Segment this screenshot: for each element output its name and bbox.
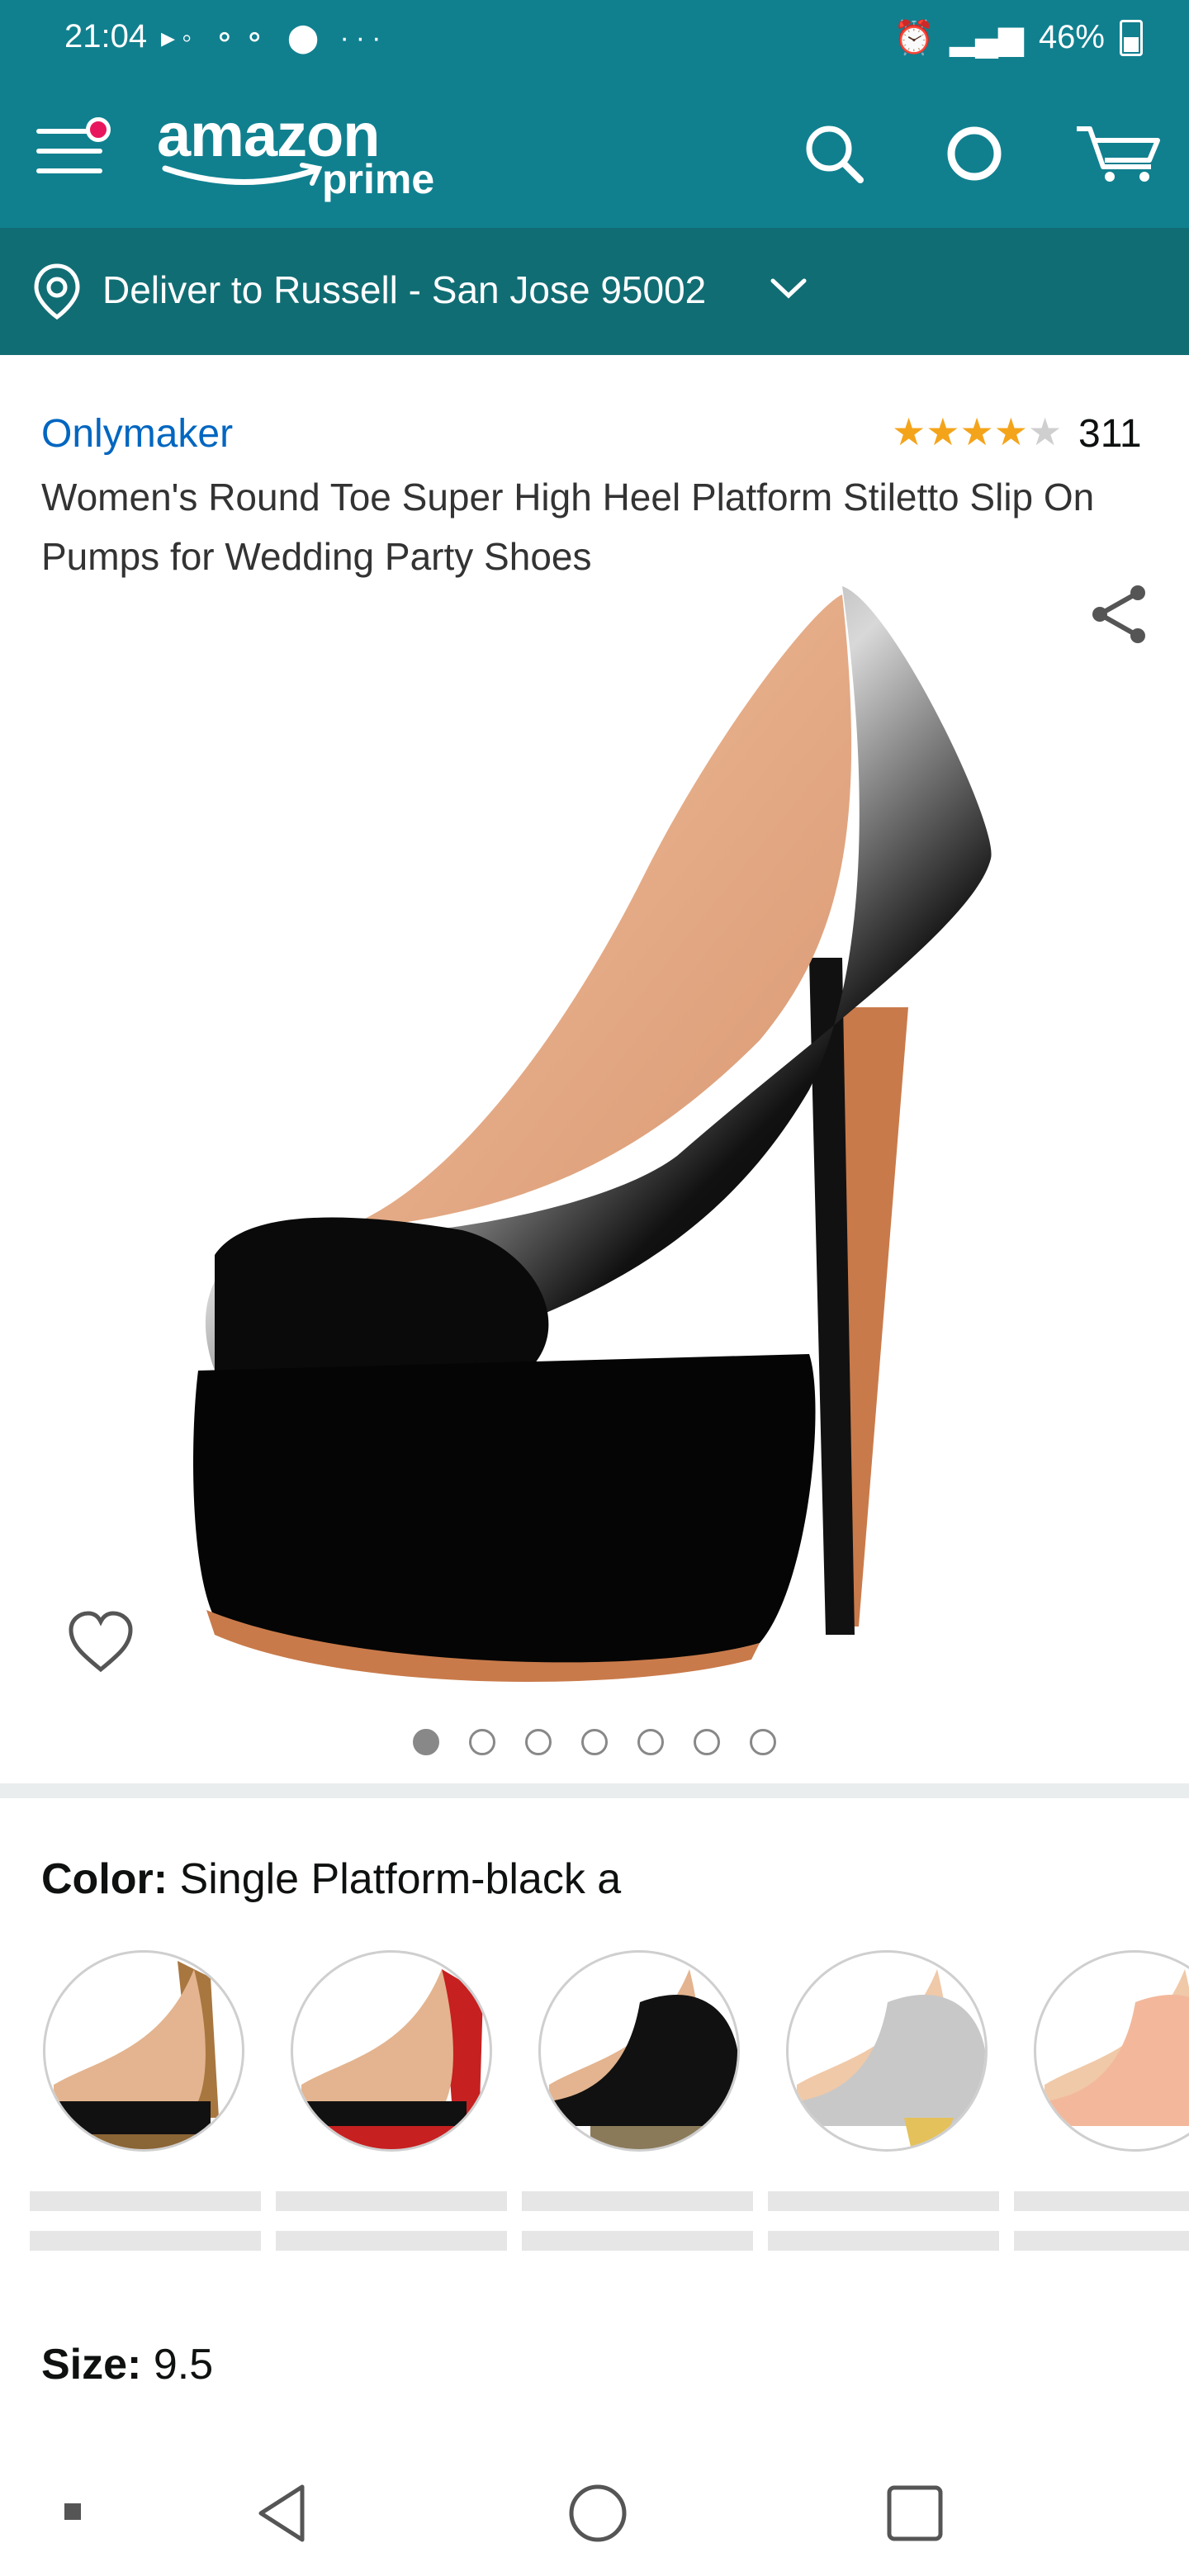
amazon-prime-logo[interactable]: amazon prime xyxy=(157,104,434,203)
wishlist-heart-icon[interactable] xyxy=(66,1610,135,1674)
menu-icon-line xyxy=(36,168,102,173)
image-pager[interactable] xyxy=(413,1729,776,1755)
pager-dot[interactable] xyxy=(469,1729,495,1755)
star-icon: ★ xyxy=(926,410,960,453)
menu-button[interactable] xyxy=(33,117,111,183)
placeholder-bar xyxy=(1014,2191,1189,2211)
size-value: 9.5 xyxy=(153,2341,214,2389)
search-icon[interactable] xyxy=(801,121,867,187)
review-count[interactable]: 311 xyxy=(1078,411,1142,457)
star-empty-icon: ★ xyxy=(1028,410,1063,453)
signal-icon: ▂▄▆ xyxy=(950,19,1024,56)
star-rating[interactable]: ★ ★ ★ ★ ★ xyxy=(892,411,1062,452)
placeholder-bar xyxy=(522,2191,753,2211)
system-nav-bar xyxy=(0,2444,1189,2576)
share-icon[interactable] xyxy=(1087,581,1153,647)
placeholder-bar xyxy=(30,2191,261,2211)
pager-dot[interactable] xyxy=(694,1729,720,1755)
chevron-down-icon xyxy=(770,278,807,299)
color-swatches xyxy=(43,1950,1189,2157)
alexa-icon[interactable] xyxy=(941,121,1007,187)
placeholder-bar xyxy=(276,2231,507,2251)
home-icon[interactable] xyxy=(566,2482,629,2545)
pager-dot[interactable] xyxy=(525,1729,552,1755)
status-time: 21:04 xyxy=(64,18,148,54)
status-right: ⏰ ▂▄▆ 46% xyxy=(893,18,1143,57)
pager-dot[interactable] xyxy=(637,1729,664,1755)
pager-dot[interactable] xyxy=(750,1729,776,1755)
back-icon[interactable] xyxy=(253,2482,310,2545)
notification-dot xyxy=(86,117,111,142)
placeholder-bar xyxy=(768,2231,999,2251)
recents-icon[interactable] xyxy=(885,2484,945,2543)
color-selection: Color: Single Platform-black a xyxy=(41,1854,621,1904)
placeholder-bar xyxy=(276,2191,507,2211)
product-title: Women's Round Toe Super High Heel Platfo… xyxy=(41,476,1095,578)
battery-icon xyxy=(1120,19,1143,56)
color-label: Color: xyxy=(41,1855,168,1903)
size-selection[interactable]: Size: 9.5 xyxy=(41,2340,213,2389)
section-divider xyxy=(0,1783,1189,1798)
placeholder-bar xyxy=(768,2191,999,2211)
star-icon: ★ xyxy=(993,410,1028,453)
status-bar: 21:04 ▸◦ ⚬⚬ ⬤ ··· ⏰ ▂▄▆ 46% xyxy=(0,0,1189,79)
nav-small-square-icon[interactable] xyxy=(63,2502,83,2522)
brand-link[interactable]: Onlymaker xyxy=(41,411,233,457)
pager-dot[interactable] xyxy=(581,1729,608,1755)
battery-label: 46% xyxy=(1038,19,1105,55)
star-icon: ★ xyxy=(959,410,994,453)
color-swatch-nude[interactable] xyxy=(1034,1950,1189,2152)
deliver-to-bar[interactable]: Deliver to Russell - San Jose 95002 xyxy=(0,228,1189,355)
color-swatch-black-red[interactable] xyxy=(291,1950,492,2152)
app-header: amazon prime xyxy=(0,79,1189,228)
color-value: Single Platform-black a xyxy=(179,1855,622,1903)
placeholder-bar xyxy=(522,2231,753,2251)
alarm-icon: ⏰ xyxy=(893,20,936,56)
cart-icon[interactable] xyxy=(1073,121,1164,187)
color-swatch-black-leopard[interactable] xyxy=(43,1950,244,2152)
menu-icon-line xyxy=(36,149,102,154)
pager-dot-active[interactable] xyxy=(413,1729,439,1755)
smile-icon xyxy=(162,163,323,186)
logo-prime: prime xyxy=(322,156,435,202)
notification-icons: ▸◦ ⚬⚬ ⬤ ··· xyxy=(161,22,388,54)
deliver-to-label: Deliver to Russell - San Jose 95002 xyxy=(102,268,707,311)
placeholder-bar xyxy=(30,2231,261,2251)
location-pin-icon xyxy=(34,263,80,320)
size-label: Size: xyxy=(41,2341,142,2389)
swatch-price-placeholders xyxy=(30,2191,1189,2257)
placeholder-bar xyxy=(1014,2231,1189,2251)
color-swatch-black-glitter[interactable] xyxy=(538,1950,740,2152)
product-image[interactable] xyxy=(182,578,1007,1701)
color-swatch-silver-gold[interactable] xyxy=(786,1950,988,2152)
star-icon: ★ xyxy=(892,410,926,453)
